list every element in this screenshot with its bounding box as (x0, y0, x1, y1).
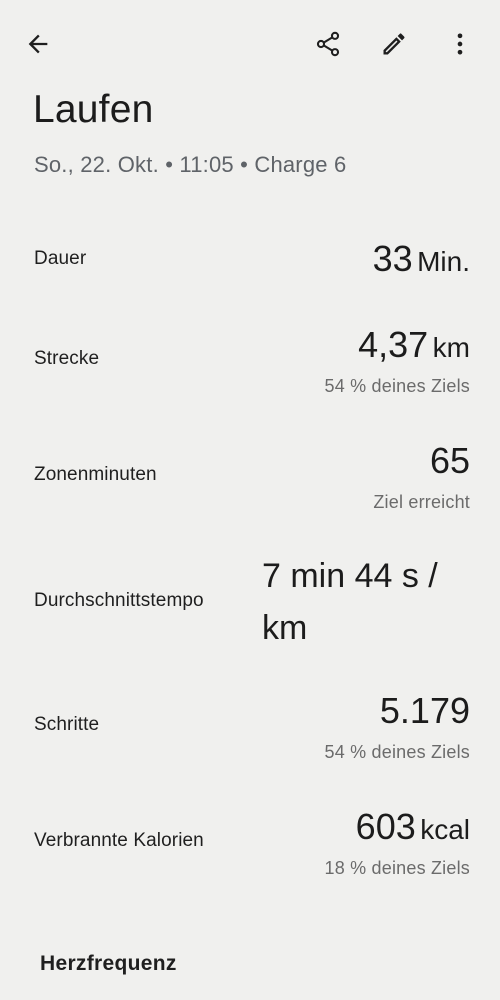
back-button[interactable] (14, 20, 62, 68)
more-options-button[interactable] (436, 20, 484, 68)
edit-pencil-icon (383, 33, 405, 55)
stat-label: Zonenminuten (34, 464, 157, 485)
activity-subtitle: So., 22. Okt. • 11:05 • Charge 6 (34, 152, 347, 177)
goal-status-text: Ziel erreicht (373, 492, 470, 512)
stat-label: Durchschnittstempo (34, 590, 204, 611)
stat-value: 5.179 (380, 690, 470, 732)
share-button[interactable] (304, 20, 352, 68)
stat-label: Schritte (34, 714, 100, 735)
edit-button[interactable] (370, 20, 418, 68)
goal-progress-text: 18 % deines Ziels (324, 858, 470, 878)
stat-value: 603 kcal (356, 806, 470, 848)
stat-value: 4,37 km (358, 324, 470, 366)
more-vert-icon (457, 33, 463, 55)
stat-unit: Min. (417, 246, 470, 277)
goal-progress-text: 54 % deines Ziels (324, 376, 470, 396)
stat-value: 65 (430, 440, 470, 482)
stat-number: 5.179 (379, 690, 470, 731)
stat-number: 4,37 (358, 324, 429, 365)
stat-label: Strecke (34, 348, 100, 369)
top-app-bar (0, 20, 500, 70)
stat-label: Verbrannte Kalorien (34, 830, 204, 851)
stat-unit: km (432, 332, 470, 363)
stat-unit: kcal (420, 814, 470, 845)
stat-number: 33 (372, 238, 413, 279)
stat-value: 33 Min. (373, 238, 470, 280)
share-icon (316, 31, 340, 57)
stat-value: 7 min 44 s / km (262, 557, 438, 647)
stat-number: 603 (355, 806, 416, 847)
page-title: Laufen (33, 88, 154, 131)
stat-number: 65 (429, 440, 470, 481)
stat-label: Dauer (34, 248, 87, 269)
heart-rate-section-title: Herzfrequenz (40, 952, 177, 975)
goal-progress-text: 54 % deines Ziels (324, 742, 470, 762)
arrow-back-icon (28, 34, 48, 54)
